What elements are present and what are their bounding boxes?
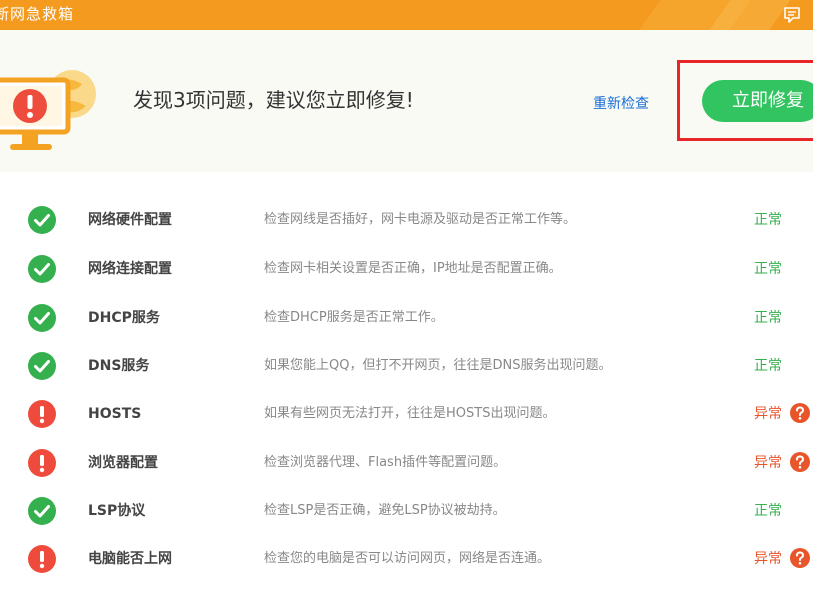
check-description: 如果您能上QQ，但打不开网页，往往是DNS服务出现问题。 [264,358,612,373]
check-result: 异常 [754,551,782,567]
help-icon[interactable] [790,403,810,423]
diagnosis-summary: 发现3项问题，建议您立即修复! 重新检查 立即修复 [0,30,813,172]
check-result: 正常 [754,358,782,374]
check-ok-icon [28,352,56,380]
check-description: 检查您的电脑是否可以访问网页，网络是否连通。 [264,551,551,566]
check-result: 正常 [754,310,782,326]
check-description: 检查浏览器代理、Flash插件等配置问题。 [264,455,507,470]
window-title: 断网急救箱 [0,5,75,23]
check-row: DNS服务 如果您能上QQ，但打不开网页，往往是DNS服务出现问题。 正常 [0,350,813,380]
recheck-link[interactable]: 重新检查 [593,94,649,114]
check-row: LSP协议 检查LSP是否正确，避免LSP协议被劫持。 正常 [0,495,813,525]
check-description: 检查网卡相关设置是否正确，IP地址是否配置正确。 [264,261,562,276]
check-name: 电脑能否上网 [88,551,172,567]
check-ok-icon [28,206,56,234]
problem-summary-text: 发现3项问题，建议您立即修复! [133,88,414,112]
check-name: DNS服务 [88,358,150,374]
check-row: 电脑能否上网 检查您的电脑是否可以访问网页，网络是否连通。 异常 [0,543,813,573]
network-rescue-window: 断网急救箱 发现3项问题，建议您立即修复! 重新检查 立即修复 网络硬件配置 检… [0,0,813,609]
check-name: 网络硬件配置 [88,212,172,228]
check-name: HOSTS [88,406,142,422]
check-result: 正常 [754,212,782,228]
check-error-icon [28,400,56,428]
check-error-icon [28,449,56,477]
check-result: 异常 [754,455,782,471]
feedback-icon[interactable] [782,5,802,25]
check-row: 网络硬件配置 检查网线是否插好，网卡电源及驱动是否正常工作等。 正常 [0,204,813,234]
check-row: DHCP服务 检查DHCP服务是否正常工作。 正常 [0,302,813,332]
check-result: 正常 [754,503,782,519]
check-error-icon [28,545,56,573]
help-icon[interactable] [790,548,810,568]
title-bar[interactable]: 断网急救箱 [0,0,813,30]
check-ok-icon [28,497,56,525]
check-description: 检查DHCP服务是否正常工作。 [264,310,444,325]
help-icon[interactable] [790,452,810,472]
check-result: 异常 [754,406,782,422]
check-ok-icon [28,304,56,332]
check-name: 网络连接配置 [88,261,172,277]
highlight-box [677,60,813,141]
check-result: 正常 [754,261,782,277]
check-row: HOSTS 如果有些网页无法打开，往往是HOSTS出现问题。 异常 [0,398,813,428]
check-name: LSP协议 [88,503,146,519]
check-description: 如果有些网页无法打开，往往是HOSTS出现问题。 [264,406,556,421]
check-name: DHCP服务 [88,310,160,326]
check-name: 浏览器配置 [88,455,158,471]
check-row: 网络连接配置 检查网卡相关设置是否正确，IP地址是否配置正确。 正常 [0,253,813,283]
check-ok-icon [28,255,56,283]
warning-monitor-icon [0,62,102,158]
check-row: 浏览器配置 检查浏览器代理、Flash插件等配置问题。 异常 [0,447,813,477]
check-description: 检查网线是否插好，网卡电源及驱动是否正常工作等。 [264,212,577,227]
check-description: 检查LSP是否正确，避免LSP协议被劫持。 [264,503,506,518]
